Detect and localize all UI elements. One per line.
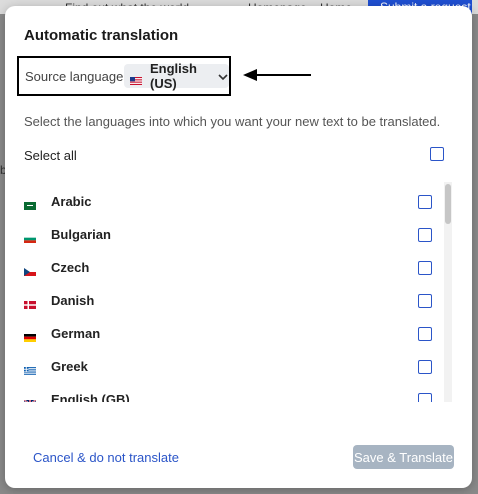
language-row-czech[interactable]: Czech	[5, 252, 445, 284]
language-name: Danish	[51, 293, 95, 308]
language-checkbox[interactable]	[418, 261, 432, 275]
source-language-value: English (US)	[150, 61, 197, 91]
de-flag-icon	[24, 329, 36, 342]
sa-flag-icon	[24, 197, 36, 210]
source-language-highlight: Source language: English (US)	[17, 56, 231, 96]
language-row-german[interactable]: German	[5, 318, 445, 350]
dialog-title: Automatic translation	[24, 27, 179, 44]
language-row-english-gb[interactable]: English (GB)	[5, 384, 445, 402]
source-language-select[interactable]: English (US)	[124, 61, 229, 91]
left-arrow-icon	[243, 69, 311, 81]
language-list: Arabic Bulgarian Czech Danish German Gre…	[5, 182, 472, 402]
select-all-label: Select all	[24, 148, 77, 163]
language-row-greek[interactable]: Greek	[5, 351, 445, 383]
language-name: Bulgarian	[51, 227, 111, 242]
language-row-danish[interactable]: Danish	[5, 285, 445, 317]
gb-flag-icon	[23, 395, 37, 402]
us-flag-icon	[130, 72, 142, 85]
cz-flag-icon	[24, 263, 36, 276]
chevron-down-icon	[217, 70, 229, 82]
language-name: Greek	[51, 359, 88, 374]
scrollbar-thumb[interactable]	[445, 184, 451, 224]
language-name: Arabic	[51, 194, 92, 209]
language-row-bulgarian[interactable]: Bulgarian	[5, 219, 445, 251]
language-checkbox[interactable]	[418, 327, 432, 341]
language-checkbox[interactable]	[418, 228, 432, 242]
language-name: English (GB)	[51, 392, 130, 402]
bg-flag-icon	[24, 230, 36, 243]
language-name: Czech	[51, 260, 90, 275]
language-checkbox[interactable]	[418, 393, 432, 402]
language-checkbox[interactable]	[418, 195, 432, 209]
language-checkbox[interactable]	[418, 294, 432, 308]
cancel-link[interactable]: Cancel & do not translate	[33, 450, 179, 465]
save-and-translate-button[interactable]: Save & Translate	[353, 445, 454, 469]
language-row-arabic[interactable]: Arabic	[5, 186, 445, 218]
gr-flag-icon	[24, 362, 36, 375]
select-all-checkbox[interactable]	[430, 147, 444, 161]
language-checkbox[interactable]	[418, 360, 432, 374]
dk-flag-icon	[24, 296, 36, 309]
instructions-text: Select the languages into which you want…	[24, 114, 441, 129]
source-language-label: Source language:	[25, 69, 127, 84]
language-name: German	[51, 326, 101, 341]
